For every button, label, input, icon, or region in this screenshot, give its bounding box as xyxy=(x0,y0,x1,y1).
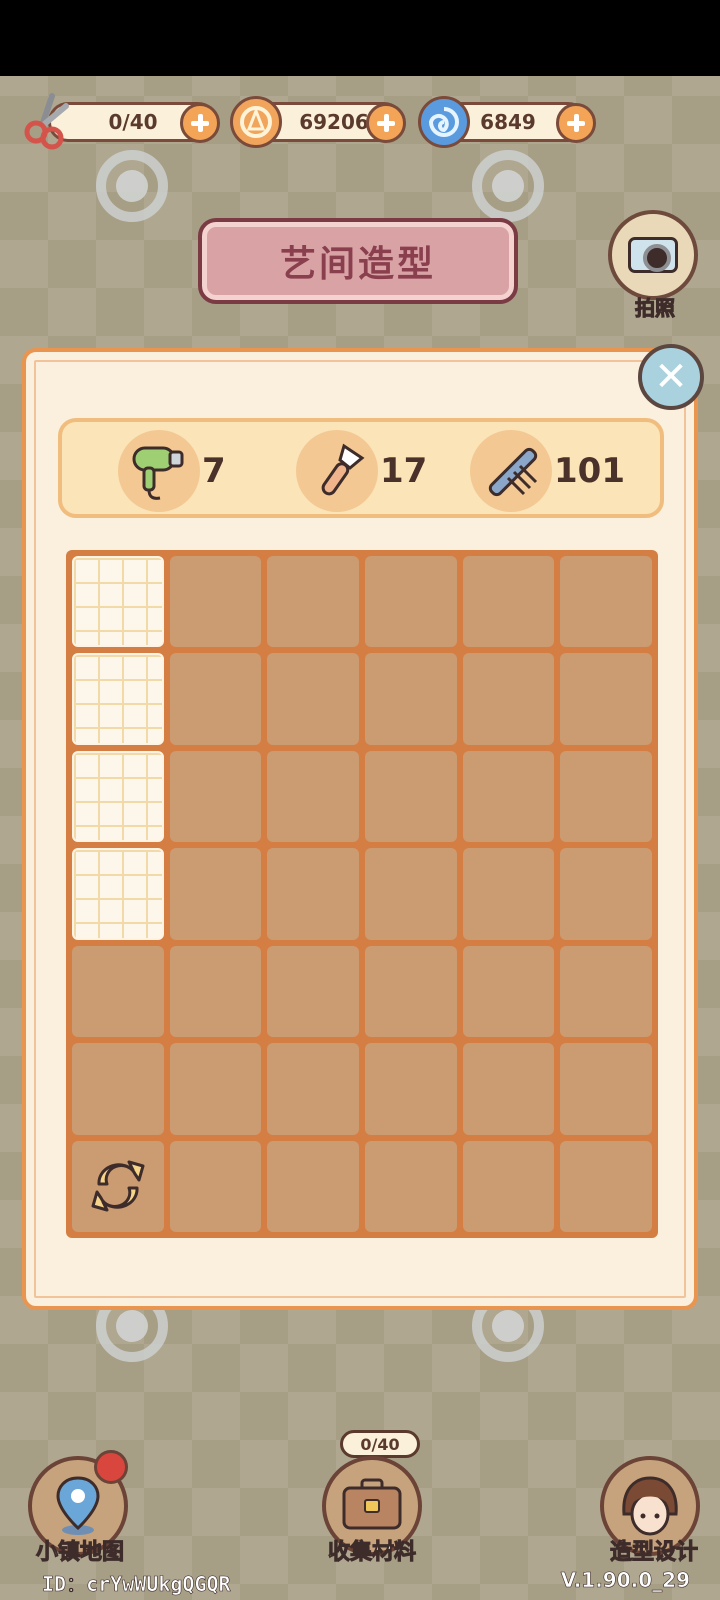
background-sun-decoration xyxy=(472,150,544,222)
notification-dot xyxy=(94,1450,128,1484)
grid-cell[interactable] xyxy=(364,1140,457,1232)
grid-cell[interactable] xyxy=(364,750,457,843)
coin-value: 69206 xyxy=(299,110,369,134)
grid-cell[interactable] xyxy=(462,556,555,648)
tool-hair-dryer: 7 xyxy=(118,430,226,512)
character-avatar-icon xyxy=(622,1476,678,1536)
tool-comb: 101 xyxy=(470,430,625,512)
close-button[interactable]: ✕ xyxy=(638,344,704,410)
status-bar xyxy=(0,0,720,76)
grid-cell[interactable] xyxy=(267,1043,359,1135)
grid-cell[interactable] xyxy=(169,1043,262,1135)
add-gems-button[interactable] xyxy=(556,103,596,143)
page-title: 艺间造型 xyxy=(279,244,436,285)
grid-cell[interactable] xyxy=(169,945,262,1038)
grid-cell[interactable] xyxy=(169,653,262,745)
grid-cell[interactable] xyxy=(72,945,164,1038)
refresh-button[interactable] xyxy=(72,1140,164,1232)
grid-cell[interactable] xyxy=(364,1043,457,1135)
collect-materials-label: 收集材料 xyxy=(327,1540,416,1566)
grid-cell[interactable] xyxy=(462,1043,555,1135)
grid-cell[interactable] xyxy=(267,556,359,648)
grid-cell[interactable] xyxy=(364,945,457,1038)
makeup-brush-icon xyxy=(296,430,378,512)
scissors-icon xyxy=(22,90,74,150)
grid-cell[interactable] xyxy=(72,1043,164,1135)
grid-cell[interactable] xyxy=(560,653,652,745)
grid-cell[interactable] xyxy=(267,750,359,843)
grid-cell[interactable] xyxy=(169,1140,262,1232)
grid-cell[interactable] xyxy=(169,848,262,940)
grid-cell[interactable] xyxy=(462,945,555,1038)
grid-cell[interactable] xyxy=(267,848,359,940)
blue-swirl-icon xyxy=(418,96,470,148)
grid-cell[interactable] xyxy=(462,750,555,843)
grid-cell[interactable] xyxy=(462,1140,555,1232)
grid-cell[interactable] xyxy=(267,945,359,1038)
map-pin-icon xyxy=(56,1476,100,1535)
camera-icon xyxy=(628,237,678,273)
grid-cell[interactable] xyxy=(560,1140,652,1232)
grid-cell[interactable] xyxy=(364,653,457,745)
grid-cell[interactable] xyxy=(462,848,555,940)
camera-button[interactable] xyxy=(608,210,698,300)
suitcase-icon xyxy=(342,1478,402,1530)
camera-label: 拍照 xyxy=(635,296,676,321)
grid-cell-unlocked[interactable] xyxy=(72,556,164,648)
grid-cell[interactable] xyxy=(364,556,457,648)
game-version: V.1.90.0_29 xyxy=(560,1568,690,1593)
grid-cell[interactable] xyxy=(560,848,652,940)
style-grid xyxy=(66,550,658,1238)
grid-cell[interactable] xyxy=(364,848,457,940)
grid-cell[interactable] xyxy=(267,653,359,745)
collect-progress: 0/40 xyxy=(340,1430,420,1458)
comb-count: 101 xyxy=(554,451,625,491)
grid-cell[interactable] xyxy=(560,750,652,843)
grid-cell[interactable] xyxy=(560,1043,652,1135)
tool-makeup-brush: 17 xyxy=(296,430,427,512)
town-map-label: 小镇地图 xyxy=(35,1540,124,1566)
grid-cell[interactable] xyxy=(267,1140,359,1232)
comb-icon xyxy=(470,430,552,512)
page-title-plate: 艺间造型 xyxy=(198,218,518,304)
grid-cell[interactable] xyxy=(169,556,262,648)
tool-inventory: 7 17 101 xyxy=(58,418,664,518)
refresh-icon xyxy=(72,1141,164,1232)
add-coins-button[interactable] xyxy=(366,103,406,143)
grid-cell[interactable] xyxy=(560,945,652,1038)
grid-cell[interactable] xyxy=(169,750,262,843)
gem-value: 6849 xyxy=(480,110,536,134)
scissors-value: 0/40 xyxy=(108,110,158,134)
hair-dryer-icon xyxy=(118,430,200,512)
grid-cell-unlocked[interactable] xyxy=(72,848,164,940)
style-design-label: 造型设计 xyxy=(609,1540,698,1566)
add-scissors-button[interactable] xyxy=(180,103,220,143)
makeup-brush-count: 17 xyxy=(380,451,428,491)
grid-cell[interactable] xyxy=(462,653,555,745)
player-id: ID：crYwWUkgQGQR xyxy=(42,1572,231,1597)
background-sun-decoration xyxy=(96,150,168,222)
close-icon: ✕ xyxy=(654,354,688,400)
grid-cell[interactable] xyxy=(560,556,652,648)
coin-icon xyxy=(230,96,282,148)
grid-cell-unlocked[interactable] xyxy=(72,750,164,843)
grid-cell-unlocked[interactable] xyxy=(72,653,164,745)
hair-dryer-count: 7 xyxy=(202,451,226,491)
